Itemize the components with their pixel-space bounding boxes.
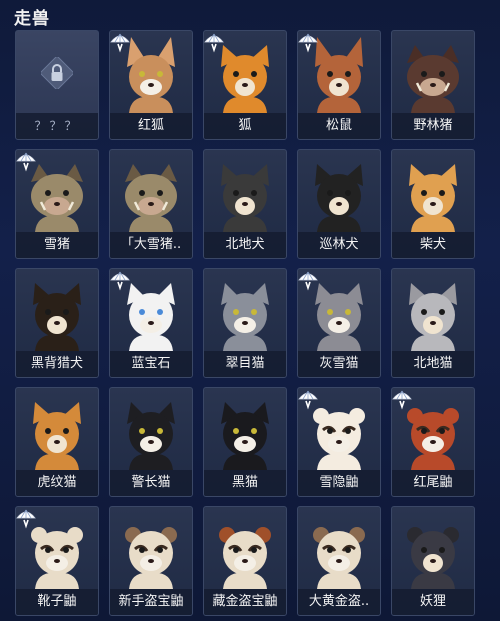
creature-name-label: 虎纹猫 bbox=[16, 470, 98, 496]
creature-card[interactable]: 红尾鼬 bbox=[391, 387, 475, 497]
tanuki-portrait-icon bbox=[407, 527, 459, 589]
creature-card[interactable]: 雪猪 bbox=[15, 149, 99, 259]
creature-card[interactable]: 北地犬 bbox=[203, 149, 287, 259]
new-badge-icon bbox=[16, 152, 36, 172]
creature-name-label: 藏金盗宝鼬 bbox=[204, 589, 286, 615]
new-badge-icon bbox=[110, 33, 130, 53]
creature-card[interactable]: 雪隐鼬 bbox=[297, 387, 381, 497]
creature-name-label: 狐 bbox=[204, 113, 286, 139]
creature-card[interactable]: 妖狸 bbox=[391, 506, 475, 616]
new-badge-icon bbox=[298, 390, 318, 410]
creature-name-label: 靴子鼬 bbox=[16, 589, 98, 615]
creature-portrait bbox=[16, 390, 98, 470]
creature-name-label: 翠目猫 bbox=[204, 351, 286, 377]
creature-portrait bbox=[204, 152, 286, 232]
husky-portrait-icon bbox=[221, 164, 269, 232]
creature-name-label: ？？？ bbox=[16, 113, 98, 139]
creature-portrait bbox=[392, 509, 474, 589]
section-title: 走兽 bbox=[14, 9, 50, 29]
new-badge-icon bbox=[298, 271, 318, 291]
border-collie-portrait-icon bbox=[315, 164, 363, 232]
creature-name-label: 黑背猎犬 bbox=[16, 351, 98, 377]
creature-card[interactable]: 藏金盗宝鼬 bbox=[203, 506, 287, 616]
creature-name-label: 红狐 bbox=[110, 113, 192, 139]
creature-card[interactable]: 虎纹猫 bbox=[15, 387, 99, 497]
creature-portrait bbox=[392, 152, 474, 232]
creature-name-label: 灰雪猫 bbox=[298, 351, 380, 377]
tuxedo-cat-portrait-icon bbox=[127, 402, 175, 470]
new-badge-icon bbox=[392, 390, 412, 410]
creature-portrait bbox=[204, 390, 286, 470]
new-badge-icon bbox=[110, 271, 130, 291]
creature-card[interactable]: 「大雪猪.. bbox=[109, 149, 193, 259]
creature-name-label: 妖狸 bbox=[392, 589, 474, 615]
creature-card[interactable]: 黑猫 bbox=[203, 387, 287, 497]
creature-portrait bbox=[204, 509, 286, 589]
creature-name-label: 红尾鼬 bbox=[392, 470, 474, 496]
new-badge-icon bbox=[298, 33, 318, 53]
creature-card[interactable]: 翠目猫 bbox=[203, 268, 287, 378]
creature-name-label: 雪猪 bbox=[16, 232, 98, 258]
silver-tabby-portrait-icon bbox=[409, 283, 457, 351]
creature-card[interactable]: 蓝宝石 bbox=[109, 268, 193, 378]
creature-grid: ？？？ 红狐狐松鼠 野林猪雪猪 「大雪猪.. 北地犬 巡林犬 柴犬黑背猎犬 蓝宝石 翠目猫 灰雪猫… bbox=[15, 30, 475, 616]
creature-name-label: 巡林犬 bbox=[298, 232, 380, 258]
big-snow-boar-portrait-icon bbox=[125, 164, 177, 232]
grey-cat-portrait-icon bbox=[221, 283, 269, 351]
creature-portrait bbox=[392, 271, 474, 351]
creature-name-label: 北地猫 bbox=[392, 351, 474, 377]
creature-card[interactable]: 柴犬 bbox=[391, 149, 475, 259]
creature-portrait bbox=[204, 271, 286, 351]
creature-card[interactable]: 黑背猎犬 bbox=[15, 268, 99, 378]
creature-card[interactable]: 红狐 bbox=[109, 30, 193, 140]
creature-name-label: 野林猪 bbox=[392, 113, 474, 139]
creature-name-label: 黑猫 bbox=[204, 470, 286, 496]
gold-thief-ferret-portrait-icon bbox=[219, 527, 271, 589]
creature-name-label: 警长猫 bbox=[110, 470, 192, 496]
creature-name-label: 新手盗宝鼬 bbox=[110, 589, 192, 615]
creature-name-label: 蓝宝石 bbox=[110, 351, 192, 377]
german-shepherd-portrait-icon bbox=[33, 283, 81, 351]
creature-name-label: 「大雪猪.. bbox=[110, 232, 192, 258]
creature-name-label: 柴犬 bbox=[392, 232, 474, 258]
creature-portrait bbox=[392, 33, 474, 113]
creature-card[interactable]: 北地猫 bbox=[391, 268, 475, 378]
creature-name-label: 北地犬 bbox=[204, 232, 286, 258]
new-badge-icon bbox=[16, 509, 36, 529]
orange-tabby-portrait-icon bbox=[33, 402, 81, 470]
creature-name-label: 雪隐鼬 bbox=[298, 470, 380, 496]
creature-card[interactable]: 新手盗宝鼬 bbox=[109, 506, 193, 616]
big-gold-thief-ferret-portrait-icon bbox=[313, 527, 365, 589]
creature-card[interactable]: 警长猫 bbox=[109, 387, 193, 497]
creature-card[interactable]: 野林猪 bbox=[391, 30, 475, 140]
creature-portrait bbox=[110, 152, 192, 232]
creature-card[interactable]: 大黄金盗.. bbox=[297, 506, 381, 616]
boar-portrait-icon bbox=[407, 45, 459, 113]
creature-portrait bbox=[298, 509, 380, 589]
creature-portrait bbox=[16, 271, 98, 351]
creature-name-label: 松鼠 bbox=[298, 113, 380, 139]
lock-icon bbox=[41, 57, 73, 89]
creature-portrait bbox=[110, 390, 192, 470]
thief-ferret-portrait-icon bbox=[125, 527, 177, 589]
creature-card[interactable]: ？？？ bbox=[15, 30, 99, 140]
creature-portrait bbox=[110, 509, 192, 589]
creature-card[interactable]: 靴子鼬 bbox=[15, 506, 99, 616]
new-badge-icon bbox=[204, 33, 224, 53]
black-cat-portrait-icon bbox=[221, 402, 269, 470]
creature-card[interactable]: 狐 bbox=[203, 30, 287, 140]
creature-portrait bbox=[298, 152, 380, 232]
creature-card[interactable]: 松鼠 bbox=[297, 30, 381, 140]
creature-name-label: 大黄金盗.. bbox=[298, 589, 380, 615]
creature-card[interactable]: 灰雪猫 bbox=[297, 268, 381, 378]
shiba-portrait-icon bbox=[409, 164, 457, 232]
creature-card[interactable]: 巡林犬 bbox=[297, 149, 381, 259]
